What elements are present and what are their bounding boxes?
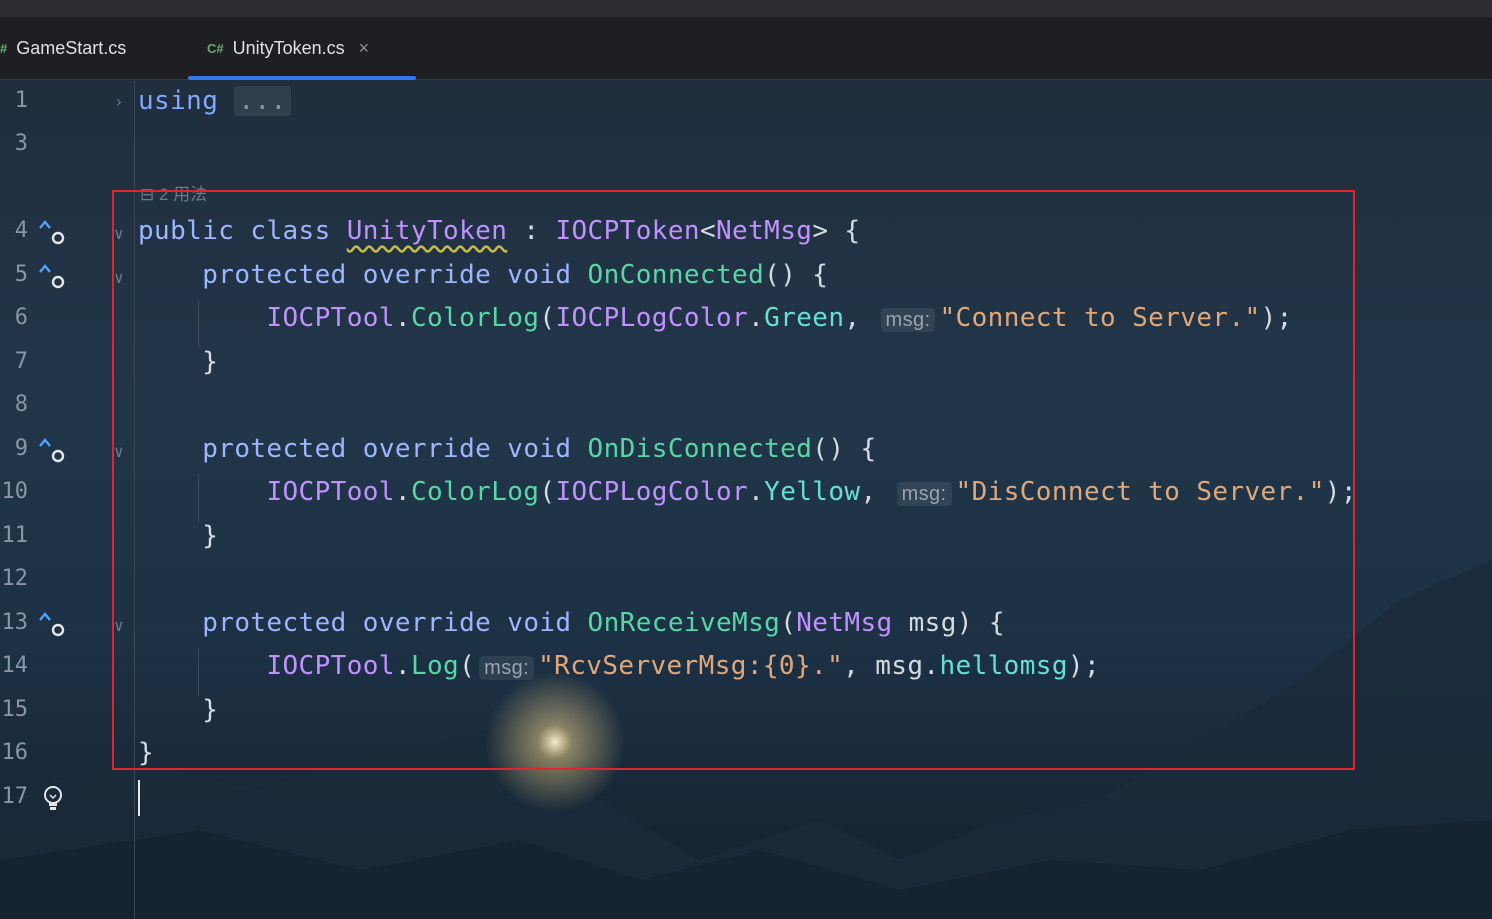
text-cursor xyxy=(138,780,140,816)
override-up-arrow-icon[interactable] xyxy=(38,262,68,292)
editor-tab-bar: # GameStart.cs C# UnityToken.cs × xyxy=(0,17,1492,80)
active-tab-indicator xyxy=(188,76,416,80)
highlight-box xyxy=(112,190,1355,770)
override-up-arrow-icon[interactable] xyxy=(38,218,68,248)
line-number: 15 xyxy=(1,697,29,722)
csharp-file-icon: C# xyxy=(207,41,224,56)
tab-gamestart[interactable]: # GameStart.cs xyxy=(0,17,126,80)
line-number: 9 xyxy=(14,436,28,461)
line-number: 5 xyxy=(14,262,28,287)
tab-label: GameStart.cs xyxy=(16,38,127,58)
csharp-file-icon: # xyxy=(0,41,8,56)
line-number: 8 xyxy=(14,392,28,417)
line-number: 11 xyxy=(1,523,29,548)
line-number: 10 xyxy=(1,479,29,504)
lightbulb-icon[interactable] xyxy=(40,784,66,814)
override-up-arrow-icon[interactable] xyxy=(38,610,68,640)
line-number: 6 xyxy=(14,305,28,330)
code-line-1[interactable]: using ... xyxy=(138,86,291,116)
line-number: 3 xyxy=(14,131,28,156)
line-number: 4 xyxy=(14,218,28,243)
close-icon[interactable]: × xyxy=(359,38,370,59)
tab-label: UnityToken.cs xyxy=(232,38,345,58)
line-number: 1 xyxy=(14,88,28,113)
collapsed-region[interactable]: ... xyxy=(234,86,291,116)
fold-expand-chevron-icon[interactable]: › xyxy=(114,92,124,111)
tab-unitytoken[interactable]: C# UnityToken.cs × xyxy=(188,17,416,80)
line-number: 13 xyxy=(1,610,29,635)
line-number: 17 xyxy=(1,784,29,809)
line-number: 12 xyxy=(1,566,29,591)
override-up-arrow-icon[interactable] xyxy=(38,436,68,466)
line-number: 7 xyxy=(14,349,28,374)
line-number: 14 xyxy=(1,653,29,678)
line-number: 16 xyxy=(1,740,29,765)
code-token: using xyxy=(138,86,219,116)
title-bar xyxy=(0,0,1492,17)
